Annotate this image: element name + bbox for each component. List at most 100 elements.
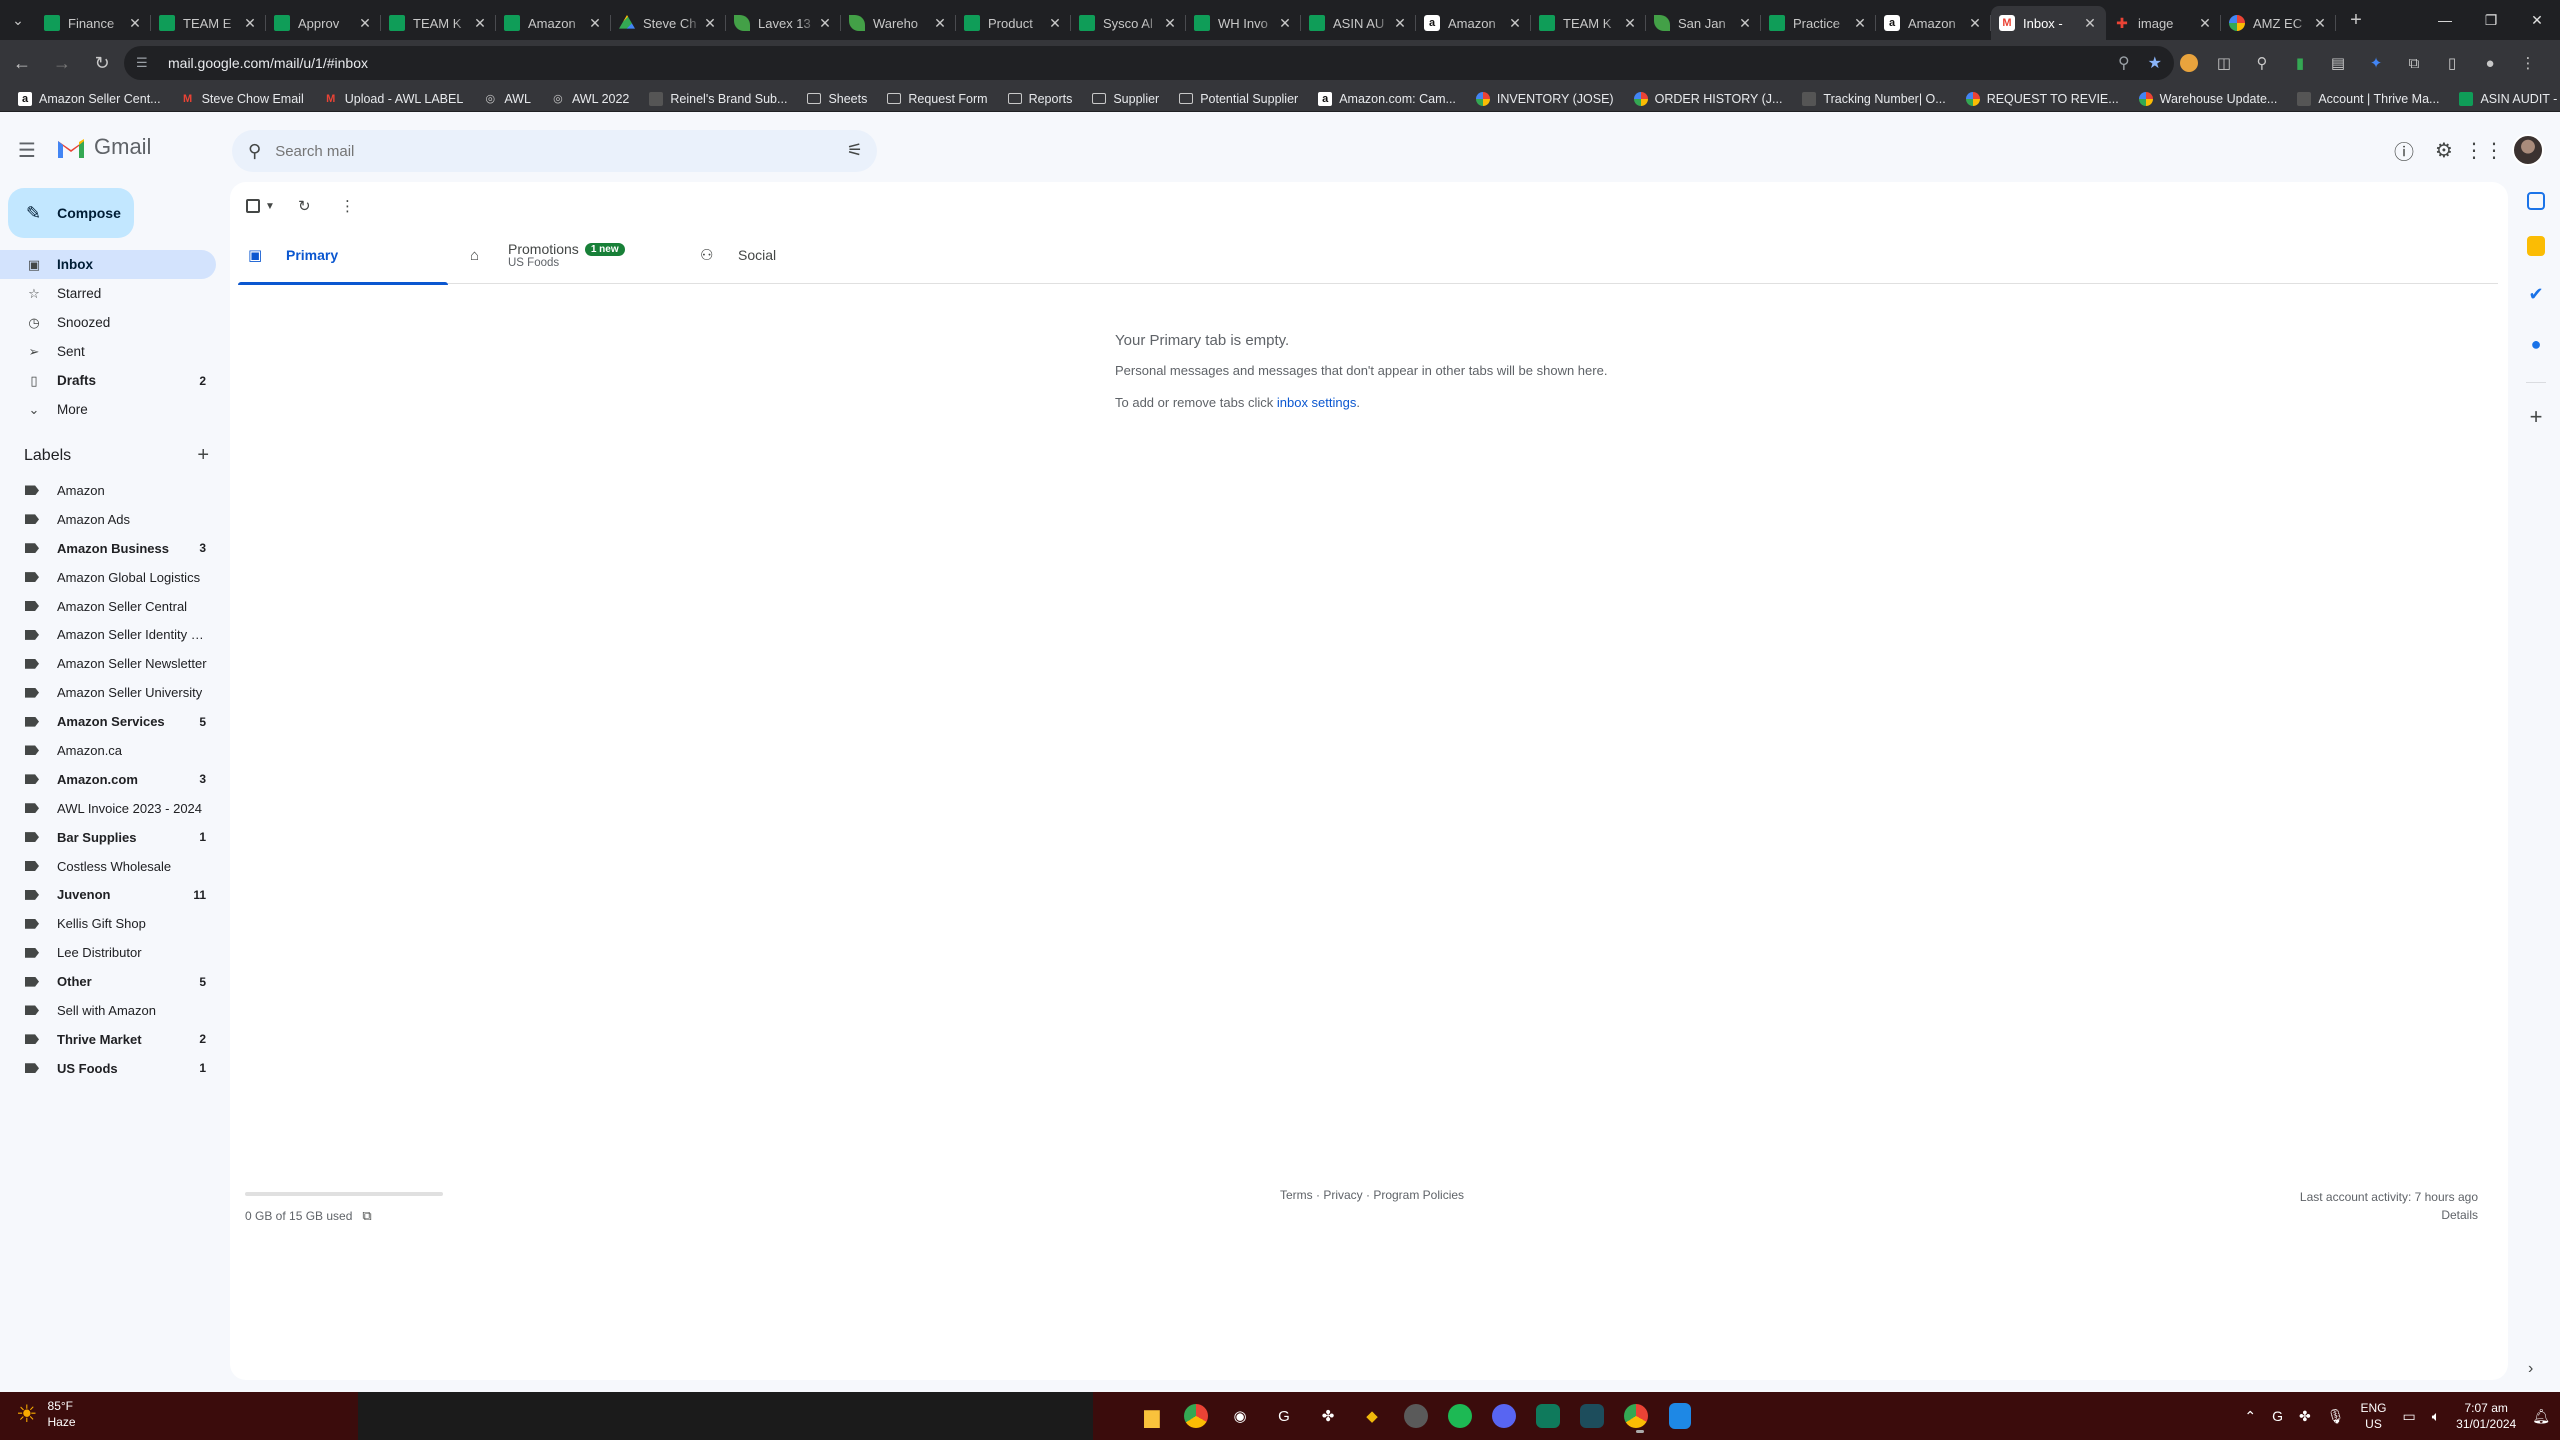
bookmark-item[interactable]: Potential Supplier <box>1169 86 1308 112</box>
label-item[interactable]: Lee Distributor <box>0 938 216 967</box>
apps-button[interactable]: ⋮⋮ <box>2464 136 2504 164</box>
label-item[interactable]: Amazon Global Logistics <box>0 563 216 592</box>
refresh-button[interactable]: ↻ <box>298 194 311 218</box>
extensions-puzzle-icon[interactable]: ⧉ <box>2402 51 2426 75</box>
close-tab-icon[interactable]: ✕ <box>1737 15 1753 32</box>
label-item[interactable]: Amazon Seller University <box>0 678 216 707</box>
nav-item-sent[interactable]: ➢ Sent <box>0 337 216 366</box>
site-info-icon[interactable]: ☰ <box>136 55 156 71</box>
help-button[interactable]: ⓘ <box>2390 136 2418 164</box>
close-tab-icon[interactable]: ✕ <box>817 15 833 32</box>
close-tab-icon[interactable]: ✕ <box>127 15 143 32</box>
close-tab-icon[interactable]: ✕ <box>1852 15 1868 32</box>
back-button[interactable]: ← <box>4 45 40 81</box>
bookmark-item[interactable]: M Upload - AWL LABEL <box>314 86 474 112</box>
extension-blue-icon[interactable]: ✦ <box>2364 51 2388 75</box>
keep-icon[interactable] <box>2527 236 2545 256</box>
account-avatar[interactable] <box>2512 134 2544 166</box>
close-tab-icon[interactable]: ✕ <box>1047 15 1063 32</box>
bookmark-item[interactable]: a Amazon Seller Cent... <box>8 86 171 112</box>
label-item[interactable]: Sell with Amazon <box>0 996 216 1025</box>
browser-tab[interactable]: a Amazon ✕ <box>1876 6 1991 40</box>
chrome-menu-icon[interactable]: ⋮ <box>2516 51 2540 75</box>
bookmark-item[interactable]: INVENTORY (JOSE) <box>1466 86 1624 112</box>
weather-widget[interactable]: ☀ 85°F Haze <box>16 1398 76 1430</box>
browser-tab[interactable]: M Inbox - ✕ <box>1991 6 2106 40</box>
extension-chart-icon[interactable]: ▤ <box>2326 51 2350 75</box>
browser-tab[interactable]: ✚ image ✕ <box>2106 6 2221 40</box>
search-icon[interactable]: ⚲ <box>248 141 261 162</box>
volume-icon[interactable]: 🔈︎ <box>2432 1408 2440 1425</box>
label-item[interactable]: US Foods 1 <box>0 1054 216 1083</box>
spotify-icon[interactable] <box>1448 1404 1472 1428</box>
bookmark-item[interactable]: ASIN AUDIT - Googl... <box>2449 86 2560 112</box>
compose-button[interactable]: ✎ Compose <box>8 188 134 238</box>
browser-tab[interactable]: Sysco Al ✕ <box>1071 6 1186 40</box>
close-tab-icon[interactable]: ✕ <box>702 15 718 32</box>
add-label-button[interactable]: + <box>197 444 209 467</box>
open-in-new-icon[interactable]: ⧉ <box>362 1208 371 1224</box>
main-menu-button[interactable]: ☰ <box>18 138 42 162</box>
bookmark-item[interactable]: Tracking Number| O... <box>1792 86 1955 112</box>
label-item[interactable]: Costless Wholesale <box>0 852 216 881</box>
browser-tab[interactable]: AMZ EC ✕ <box>2221 6 2336 40</box>
label-item[interactable]: Bar Supplies 1 <box>0 823 216 852</box>
close-tab-icon[interactable]: ✕ <box>1277 15 1293 32</box>
contacts-icon[interactable]: ● <box>2524 332 2548 356</box>
side-panel-icon[interactable]: ▯ <box>2440 51 2464 75</box>
url-text[interactable]: mail.google.com/mail/u/1/#inbox <box>168 55 368 71</box>
nav-item-inbox[interactable]: ▣ Inbox <box>0 250 216 279</box>
tasks-icon[interactable]: ✔ <box>2524 282 2548 306</box>
browser-tab[interactable]: Product ✕ <box>956 6 1071 40</box>
browser-tab[interactable]: TEAM K ✕ <box>1531 6 1646 40</box>
browser-tab[interactable]: Lavex 13 ✕ <box>726 6 841 40</box>
close-tab-icon[interactable]: ✕ <box>1162 15 1178 32</box>
browser-tab[interactable]: Amazon ✕ <box>496 6 611 40</box>
label-item[interactable]: Juvenon 11 <box>0 880 216 909</box>
browser-tab[interactable]: TEAM E ✕ <box>151 6 266 40</box>
extension-orange-icon[interactable] <box>2180 54 2198 72</box>
tab-search-button[interactable]: ⌄ <box>0 0 36 40</box>
browser-tab[interactable]: WH Invo ✕ <box>1186 6 1301 40</box>
nav-item-drafts[interactable]: ▯ Drafts 2 <box>0 366 216 395</box>
label-item[interactable]: Amazon.ca <box>0 736 216 765</box>
chrome-icon[interactable] <box>1184 1404 1208 1428</box>
close-tab-icon[interactable]: ✕ <box>357 15 373 32</box>
notifications-icon[interactable]: 🔔︎ <box>2532 1408 2550 1425</box>
browser-tab[interactable]: San Jan ✕ <box>1646 6 1761 40</box>
tray-g-icon[interactable]: G <box>2272 1408 2283 1424</box>
file-explorer-icon[interactable]: ▆ <box>1136 1400 1168 1432</box>
microphone-icon[interactable]: 🎙︎ <box>2327 1408 2345 1425</box>
browser-tab[interactable]: Finance ✕ <box>36 6 151 40</box>
nav-item-starred[interactable]: ☆ Starred <box>0 279 216 308</box>
gmail-logo[interactable]: Gmail <box>56 134 151 160</box>
settings-button[interactable]: ⚙ <box>2430 136 2458 164</box>
label-item[interactable]: Other 5 <box>0 967 216 996</box>
bookmark-item[interactable]: ◎ AWL <box>473 86 541 112</box>
close-tab-icon[interactable]: ✕ <box>1622 15 1638 32</box>
details-link[interactable]: Details <box>2300 1206 2478 1224</box>
bookmark-item[interactable]: Sheets <box>797 86 877 112</box>
nav-item-more[interactable]: ⌄ More <box>0 395 216 424</box>
label-item[interactable]: Kellis Gift Shop <box>0 909 216 938</box>
app-round-icon[interactable] <box>1404 1404 1428 1428</box>
footer-links[interactable]: Terms · Privacy · Program Policies <box>1280 1188 1464 1202</box>
more-actions-button[interactable]: ⋮ <box>340 194 355 218</box>
obs-icon[interactable]: ◉ <box>1224 1400 1256 1432</box>
bookmark-item[interactable]: REQUEST TO REVIE... <box>1956 86 2129 112</box>
app-teal-icon[interactable] <box>1580 1404 1604 1428</box>
network-icon[interactable]: ▭ <box>2403 1408 2416 1425</box>
label-item[interactable]: Amazon Seller Newsletter <box>0 649 216 678</box>
search-input[interactable] <box>275 142 796 160</box>
label-item[interactable]: Amazon Services 5 <box>0 707 216 736</box>
address-bar[interactable]: ☰ mail.google.com/mail/u/1/#inbox ⚲ ★ <box>124 46 2174 80</box>
snipping-icon[interactable]: ✤ <box>1312 1400 1344 1432</box>
tab-promotions[interactable]: ⌂ Promotions 1 new US Foods <box>470 226 690 284</box>
forward-button[interactable]: → <box>44 45 80 81</box>
bookmark-item[interactable]: ◎ AWL 2022 <box>541 86 639 112</box>
browser-tab[interactable]: Wareho ✕ <box>841 6 956 40</box>
browser-tab[interactable]: ASIN AU ✕ <box>1301 6 1416 40</box>
close-tab-icon[interactable]: ✕ <box>587 15 603 32</box>
close-tab-icon[interactable]: ✕ <box>1392 15 1408 32</box>
browser-tab[interactable]: Approv ✕ <box>266 6 381 40</box>
